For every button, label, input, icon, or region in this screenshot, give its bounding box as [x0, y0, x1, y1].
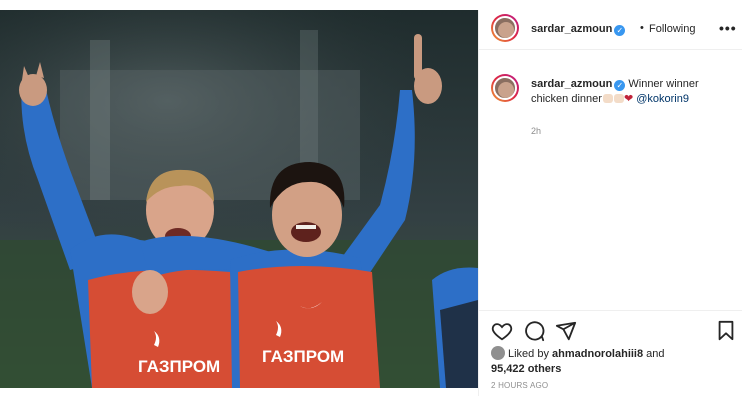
liker-avatar[interactable] [491, 346, 505, 360]
more-options-icon[interactable]: ••• [719, 20, 737, 36]
caption-mention-link[interactable]: @kokorin9 [636, 93, 689, 105]
author-avatar[interactable] [491, 14, 519, 42]
handshake-emoji-icon [613, 94, 624, 103]
post-actions-bar [479, 310, 742, 350]
caption-time: 2h [531, 126, 542, 136]
verified-badge-icon: ✓ [614, 25, 626, 36]
author-username[interactable]: sardar_azmoun ✓ [531, 23, 626, 36]
caption-username-text[interactable]: sardar_azmoun [531, 78, 612, 90]
caption-avatar[interactable] [491, 74, 519, 102]
bookmark-icon[interactable] [715, 320, 737, 342]
likes-middle: and [643, 348, 665, 360]
likes-prefix: Liked by [508, 348, 553, 360]
comment-bubble-icon[interactable] [523, 320, 545, 342]
post-header: sardar_azmoun ✓ • Following ••• [479, 10, 742, 50]
instagram-post: ГАЗПРОМ ГАЗПРОМ sardar_azmoun ✓ • Followi… [0, 0, 742, 396]
bib-logo-left: ГАЗПРОМ [138, 357, 220, 376]
post-timestamp[interactable]: 2 HOURS AGO [491, 381, 548, 390]
post-image: ГАЗПРОМ ГАЗПРОМ [0, 10, 478, 388]
caption-username[interactable]: sardar_azmoun ✓ [531, 78, 626, 91]
header-separator: • [640, 22, 644, 34]
paper-plane-icon[interactable] [555, 320, 577, 342]
liker-username[interactable]: ahmadnorolahiii8 [552, 348, 643, 360]
bib-logo-right: ГАЗПРОМ [262, 347, 344, 366]
verified-badge-icon: ✓ [614, 80, 626, 91]
heart-emoji: ❤ [623, 93, 634, 105]
likes-summary: Liked by ahmadnorolahiii8 and 95,422 oth… [491, 346, 731, 377]
author-username-text[interactable]: sardar_azmoun [531, 23, 612, 35]
post-photo[interactable]: ГАЗПРОМ ГАЗПРОМ [0, 10, 478, 388]
handshake-emoji-icon [602, 94, 613, 103]
likes-count[interactable]: 95,422 others [491, 363, 561, 375]
caption-text-block: sardar_azmoun ✓ Winner winner chicken din… [531, 77, 731, 107]
heart-outline-icon[interactable] [491, 320, 513, 342]
post-side-panel: sardar_azmoun ✓ • Following ••• sardar_az… [478, 10, 742, 396]
following-button[interactable]: Following [649, 23, 695, 35]
